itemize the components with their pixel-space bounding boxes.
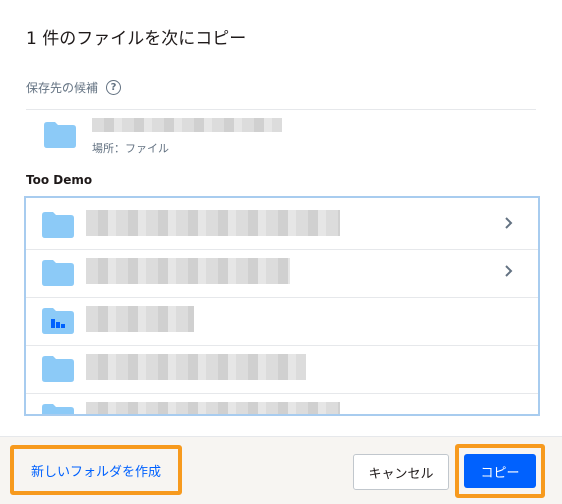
copy-button-highlight: コピー — [455, 444, 545, 498]
dialog-title: 1 件のファイルを次にコピー — [26, 29, 247, 49]
help-icon[interactable]: ? — [106, 80, 122, 95]
redacted-folder-name — [92, 118, 282, 132]
folder-icon — [42, 404, 74, 414]
list-item[interactable] — [26, 246, 538, 298]
new-folder-button[interactable]: 新しいフォルダを作成 — [10, 445, 182, 495]
chevron-right-icon[interactable] — [502, 214, 516, 232]
chevron-right-icon[interactable] — [502, 262, 516, 280]
list-item[interactable] — [26, 294, 538, 346]
cancel-button[interactable]: キャンセル — [353, 454, 449, 490]
folder-icon — [44, 122, 76, 148]
folder-icon — [42, 260, 74, 286]
list-item[interactable] — [26, 390, 538, 414]
list-item[interactable] — [26, 198, 538, 250]
suggested-folder-location: 場所：ファイル — [92, 142, 169, 155]
list-item[interactable] — [26, 342, 538, 394]
team-folder-icon — [42, 308, 74, 334]
redacted-folder-name — [86, 354, 306, 380]
suggestions-label: 保存先の候補 — [26, 81, 99, 95]
redacted-folder-name — [86, 210, 340, 236]
folder-list[interactable] — [24, 196, 540, 416]
redacted-folder-name — [86, 306, 194, 332]
suggested-folder-row[interactable]: 場所：ファイル — [26, 110, 536, 160]
suggestions-header: 保存先の候補 ? — [26, 79, 122, 96]
copy-dialog: 1 件のファイルを次にコピー 保存先の候補 ? 場所：ファイル Too Demo — [0, 0, 562, 504]
redacted-folder-name — [86, 258, 290, 284]
copy-button[interactable]: コピー — [464, 454, 536, 488]
section-label: Too Demo — [26, 173, 93, 187]
folder-icon — [42, 356, 74, 382]
folder-icon — [42, 212, 74, 238]
redacted-folder-name — [86, 402, 340, 414]
